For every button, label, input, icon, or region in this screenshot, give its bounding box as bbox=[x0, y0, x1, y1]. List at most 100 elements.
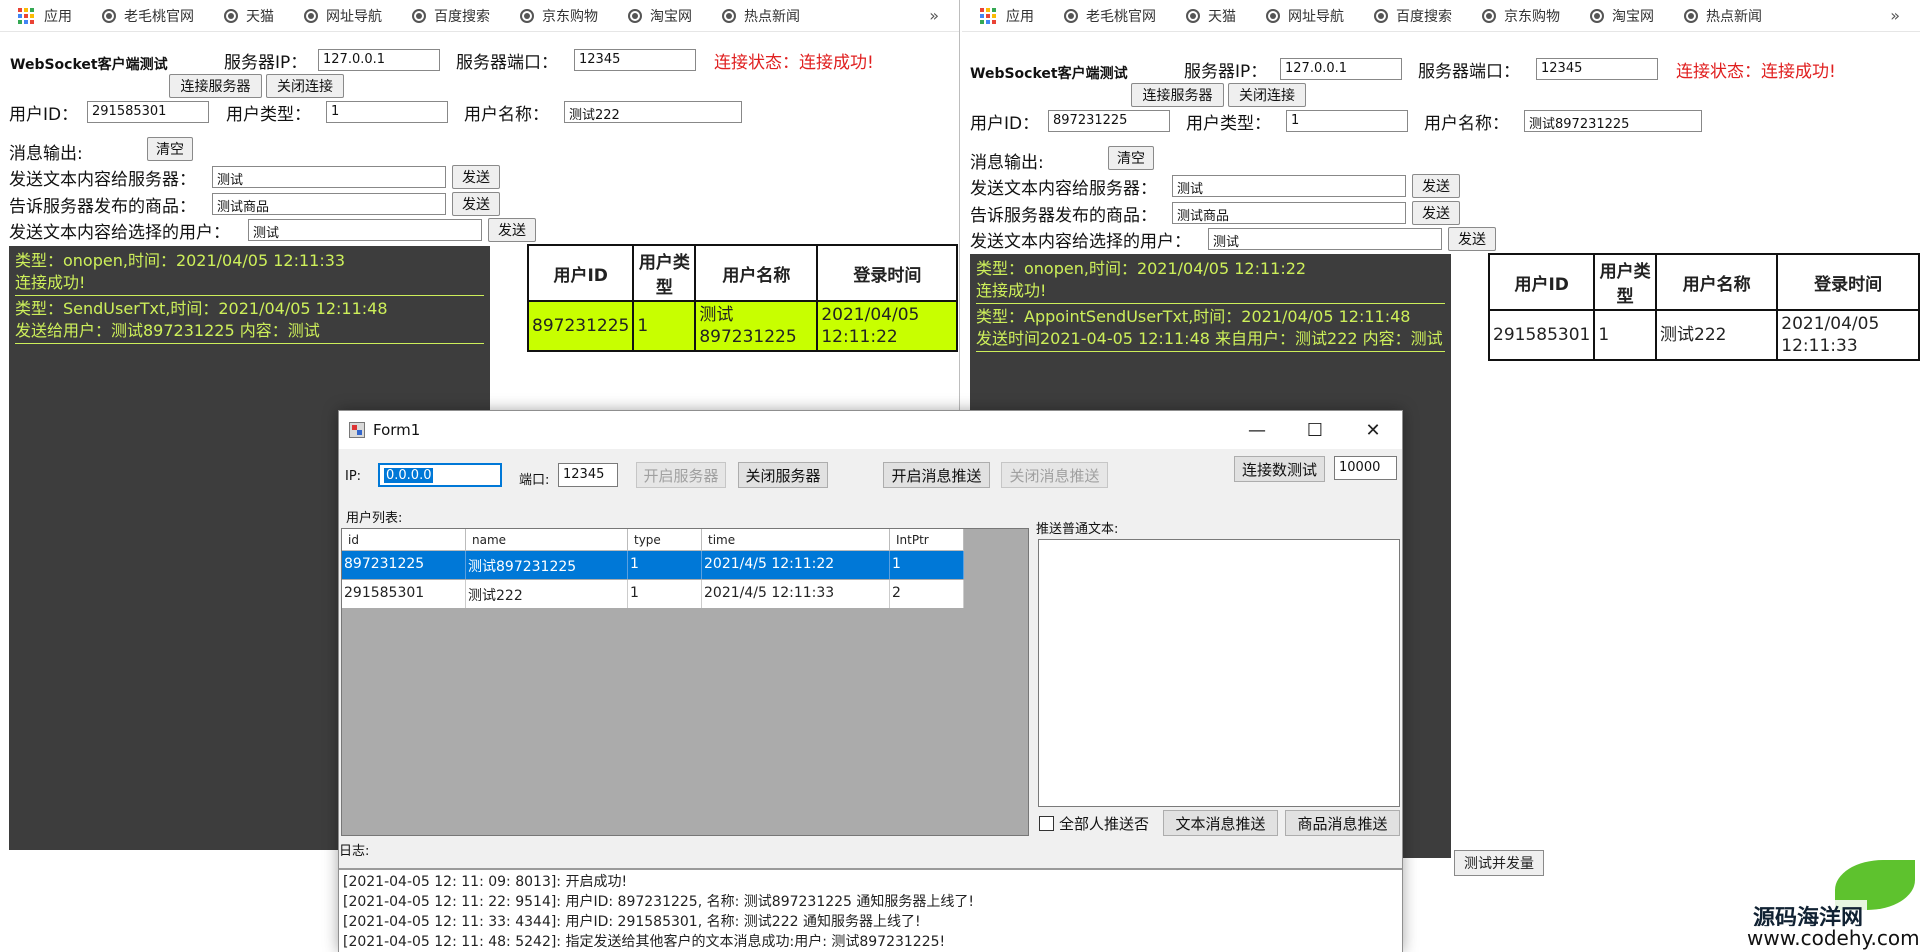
site-watermark: 源码海洋网 www.codehy.com bbox=[1745, 860, 1920, 952]
connection-count-input[interactable]: 10000 bbox=[1334, 456, 1397, 480]
grid-cell: 2021/4/5 12:11:22 bbox=[702, 551, 890, 579]
publish-goods-input[interactable]: 测试商品 bbox=[212, 193, 446, 215]
start-server-button[interactable]: 开启服务器 bbox=[636, 462, 726, 488]
user-name-label: 用户名称： bbox=[1424, 114, 1509, 134]
bookmark-item[interactable]: 淘宝网 bbox=[1590, 6, 1654, 26]
bookmark-item[interactable]: 老毛桃官网 bbox=[1064, 6, 1156, 26]
bookmark-label: 百度搜索 bbox=[434, 8, 490, 25]
server-port-input[interactable]: 12345 bbox=[1536, 58, 1658, 80]
send-to-user-label: 发送文本内容给选择的用户： bbox=[9, 223, 230, 243]
message-output-label: 消息输出: bbox=[9, 144, 83, 164]
publish-goods-button[interactable]: 发送 bbox=[452, 192, 500, 216]
server-port-label: 服务器端口： bbox=[456, 53, 558, 73]
grid-row[interactable]: 897231225 测试897231225 1 2021/4/5 12:11:2… bbox=[342, 551, 964, 579]
connection-test-button[interactable]: 连接数测试 bbox=[1234, 456, 1325, 482]
column-header: 用户名称 bbox=[1655, 253, 1779, 311]
bookmark-item[interactable]: 网址导航 bbox=[1266, 6, 1344, 26]
grid-column-header[interactable]: name bbox=[466, 529, 628, 551]
console-entry: 类型：onopen,时间：2021/04/05 12:11:33 连接成功! bbox=[15, 250, 484, 296]
column-header: 用户ID bbox=[526, 244, 635, 302]
user-type-input[interactable]: 1 bbox=[326, 101, 448, 123]
globe-icon bbox=[628, 8, 642, 23]
bookmark-item[interactable]: 百度搜索 bbox=[1374, 6, 1452, 26]
table-row[interactable]: 897231225 1 测试897231225 2021/04/05 12:11… bbox=[526, 300, 959, 352]
bookmark-label: 网址导航 bbox=[1288, 8, 1344, 25]
start-push-button[interactable]: 开启消息推送 bbox=[883, 462, 990, 488]
server-ip-input[interactable]: 127.0.0.1 bbox=[318, 49, 440, 71]
user-id-input[interactable]: 897231225 bbox=[1048, 110, 1170, 132]
grid-column-header[interactable]: type bbox=[628, 529, 702, 551]
server-port-input[interactable]: 12345 bbox=[574, 49, 696, 71]
table-cell: 897231225 bbox=[526, 300, 635, 352]
grid-cell: 测试222 bbox=[466, 580, 628, 608]
close-connection-button[interactable]: 关闭连接 bbox=[1228, 83, 1306, 107]
close-icon[interactable]: ✕ bbox=[1344, 411, 1402, 449]
stop-server-button[interactable]: 关闭服务器 bbox=[738, 462, 828, 488]
user-id-input[interactable]: 291585301 bbox=[87, 101, 209, 123]
bookmark-apps[interactable]: 应用 bbox=[980, 6, 1034, 26]
bookmark-item[interactable]: 网址导航 bbox=[304, 6, 382, 26]
log-line: [2021-04-05 12: 11: 48: 5242]: 指定发送给其他客户… bbox=[343, 934, 946, 950]
user-type-input[interactable]: 1 bbox=[1286, 110, 1408, 132]
grid-header-row: id name type time IntPtr bbox=[342, 529, 964, 551]
table-row[interactable]: 291585301 1 测试222 2021/04/05 12:11:33 bbox=[1487, 309, 1920, 361]
clear-button[interactable]: 清空 bbox=[1108, 146, 1154, 170]
ip-input[interactable]: 0.0.0.0 bbox=[378, 463, 502, 487]
title-bar[interactable]: Form1 — ☐ ✕ bbox=[339, 411, 1402, 449]
publish-goods-input[interactable]: 测试商品 bbox=[1172, 202, 1406, 224]
send-to-server-input[interactable]: 测试 bbox=[212, 166, 446, 188]
grid-column-header[interactable]: id bbox=[342, 529, 466, 551]
stop-push-button[interactable]: 关闭消息推送 bbox=[1001, 462, 1108, 488]
send-to-user-button[interactable]: 发送 bbox=[488, 218, 536, 242]
connect-server-button[interactable]: 连接服务器 bbox=[169, 74, 262, 98]
send-to-server-button[interactable]: 发送 bbox=[452, 165, 500, 189]
connect-server-button[interactable]: 连接服务器 bbox=[1131, 83, 1224, 107]
column-header: 登录时间 bbox=[1776, 253, 1920, 311]
log-textbox[interactable]: [2021-04-05 12: 11: 09: 8013]: 开启成功! [20… bbox=[339, 868, 1402, 952]
table-cell: 291585301 bbox=[1487, 309, 1596, 361]
bookmark-apps[interactable]: 应用 bbox=[18, 6, 72, 26]
bookmark-item[interactable]: 老毛桃官网 bbox=[102, 6, 194, 26]
table-cell: 2021/04/05 12:11:33 bbox=[1776, 309, 1920, 361]
bookmark-item[interactable]: 京东购物 bbox=[520, 6, 598, 26]
server-ip-label: 服务器IP： bbox=[224, 53, 308, 73]
user-id-label: 用户ID： bbox=[970, 114, 1040, 134]
bookmarks-more-icon[interactable]: » bbox=[929, 6, 939, 25]
grid-column-header[interactable]: time bbox=[702, 529, 890, 551]
push-text-area[interactable] bbox=[1038, 539, 1400, 807]
bookmark-item[interactable]: 淘宝网 bbox=[628, 6, 692, 26]
server-ip-input[interactable]: 127.0.0.1 bbox=[1280, 58, 1402, 80]
send-to-server-input[interactable]: 测试 bbox=[1172, 175, 1406, 197]
goods-push-button[interactable]: 商品消息推送 bbox=[1285, 810, 1400, 836]
user-name-input[interactable]: 测试897231225 bbox=[1524, 110, 1702, 132]
user-name-input[interactable]: 测试222 bbox=[564, 101, 742, 123]
bookmark-item[interactable]: 天猫 bbox=[224, 6, 274, 26]
send-to-server-button[interactable]: 发送 bbox=[1412, 174, 1460, 198]
minimize-icon[interactable]: — bbox=[1228, 411, 1286, 449]
send-to-user-input[interactable]: 测试 bbox=[1208, 228, 1442, 250]
globe-icon bbox=[1266, 8, 1280, 23]
bookmark-item[interactable]: 热点新闻 bbox=[1684, 6, 1762, 26]
publish-goods-button[interactable]: 发送 bbox=[1412, 201, 1460, 225]
port-input[interactable]: 12345 bbox=[558, 463, 618, 487]
grid-cell: 2 bbox=[890, 580, 964, 608]
push-all-checkbox[interactable] bbox=[1039, 816, 1054, 831]
grid-column-header[interactable]: IntPtr bbox=[890, 529, 964, 551]
bookmark-item[interactable]: 百度搜索 bbox=[412, 6, 490, 26]
send-to-user-button[interactable]: 发送 bbox=[1448, 227, 1496, 251]
bookmark-label: 应用 bbox=[44, 8, 72, 25]
grid-row[interactable]: 291585301 测试222 1 2021/4/5 12:11:33 2 bbox=[342, 580, 964, 608]
concurrency-test-button[interactable]: 测试并发量 bbox=[1454, 850, 1544, 876]
maximize-icon[interactable]: ☐ bbox=[1286, 411, 1344, 449]
bookmark-item[interactable]: 天猫 bbox=[1186, 6, 1236, 26]
close-connection-button[interactable]: 关闭连接 bbox=[266, 74, 344, 98]
bookmark-item[interactable]: 京东购物 bbox=[1482, 6, 1560, 26]
bookmark-item[interactable]: 热点新闻 bbox=[722, 6, 800, 26]
globe-icon bbox=[1482, 8, 1496, 23]
text-push-button[interactable]: 文本消息推送 bbox=[1163, 810, 1278, 836]
bookmarks-more-icon[interactable]: » bbox=[1890, 6, 1900, 25]
table-cell: 测试897231225 bbox=[694, 300, 819, 352]
log-line: [2021-04-05 12: 11: 09: 8013]: 开启成功! bbox=[343, 874, 628, 890]
send-to-user-input[interactable]: 测试 bbox=[248, 219, 482, 241]
clear-button[interactable]: 清空 bbox=[147, 137, 193, 161]
